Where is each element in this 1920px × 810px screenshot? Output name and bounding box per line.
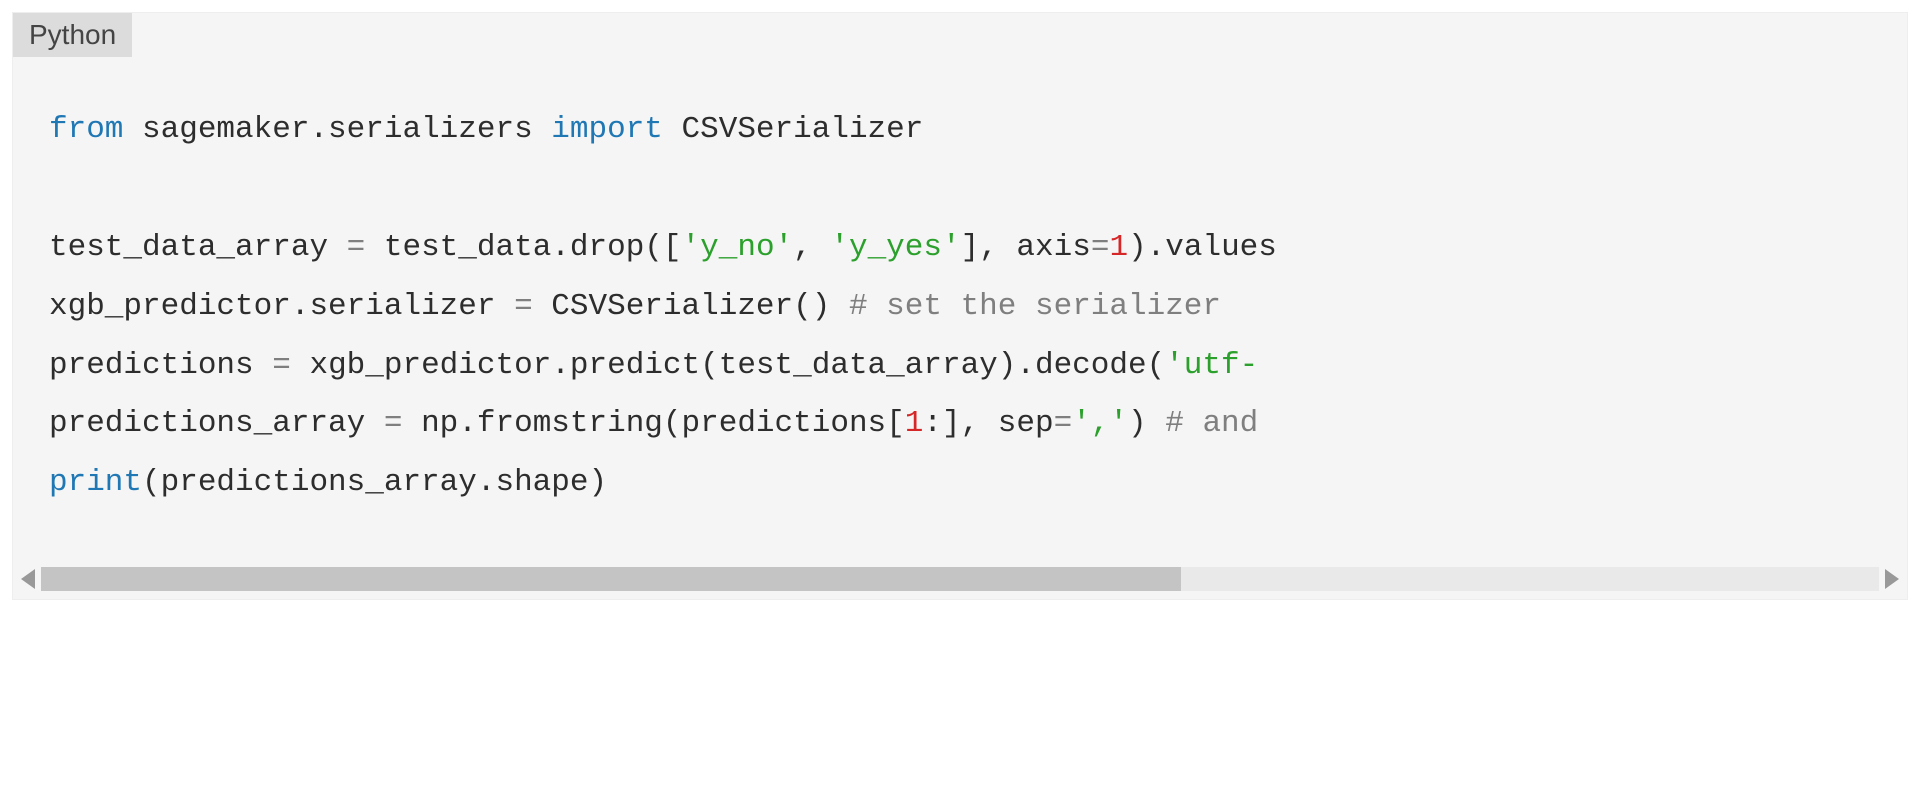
code-string: 'y_yes'	[830, 230, 960, 265]
code-string: ','	[1072, 406, 1128, 441]
code-scroll-area[interactable]: from sagemaker.serializers import CSVSer…	[13, 57, 1907, 563]
code-number: 1	[1109, 230, 1128, 265]
code-string: 'y_no'	[682, 230, 794, 265]
code-content: from sagemaker.serializers import CSVSer…	[13, 77, 1907, 553]
code-text: xgb_predictor.predict(test_data_array).d…	[291, 348, 1165, 383]
code-text: xgb_predictor.serializer	[49, 289, 514, 324]
code-text: sagemaker.serializers	[123, 112, 551, 147]
language-tag: Python	[13, 13, 132, 57]
code-text: predictions	[49, 348, 272, 383]
code-operator: =	[1091, 230, 1110, 265]
code-text: :], sep	[923, 406, 1053, 441]
code-number: 1	[905, 406, 924, 441]
code-text: (predictions_array.shape)	[142, 465, 607, 500]
scroll-left-icon[interactable]	[21, 569, 35, 589]
code-text: ], axis	[961, 230, 1091, 265]
code-operator: =	[384, 406, 403, 441]
code-text: test_data.drop([	[365, 230, 681, 265]
code-text: CSVSerializer	[663, 112, 923, 147]
code-keyword: from	[49, 112, 123, 147]
code-operator: =	[272, 348, 291, 383]
scroll-right-icon[interactable]	[1885, 569, 1899, 589]
code-comment: # and	[1165, 406, 1258, 441]
code-text: ).values	[1128, 230, 1277, 265]
code-comment: # set the serializer	[849, 289, 1240, 324]
code-text: test_data_array	[49, 230, 347, 265]
code-operator: =	[347, 230, 366, 265]
scroll-track[interactable]	[41, 567, 1879, 591]
code-operator: =	[1054, 406, 1073, 441]
code-block: Python from sagemaker.serializers import…	[12, 12, 1908, 600]
code-string: 'utf-	[1165, 348, 1258, 383]
code-text: predictions_array	[49, 406, 384, 441]
code-keyword: import	[551, 112, 663, 147]
horizontal-scrollbar[interactable]	[13, 563, 1907, 599]
scroll-thumb[interactable]	[41, 567, 1181, 591]
code-text: np.fromstring(predictions[	[402, 406, 904, 441]
code-text: )	[1128, 406, 1165, 441]
code-text: ,	[793, 230, 830, 265]
code-text: CSVSerializer()	[533, 289, 849, 324]
code-operator: =	[514, 289, 533, 324]
code-keyword: print	[49, 465, 142, 500]
